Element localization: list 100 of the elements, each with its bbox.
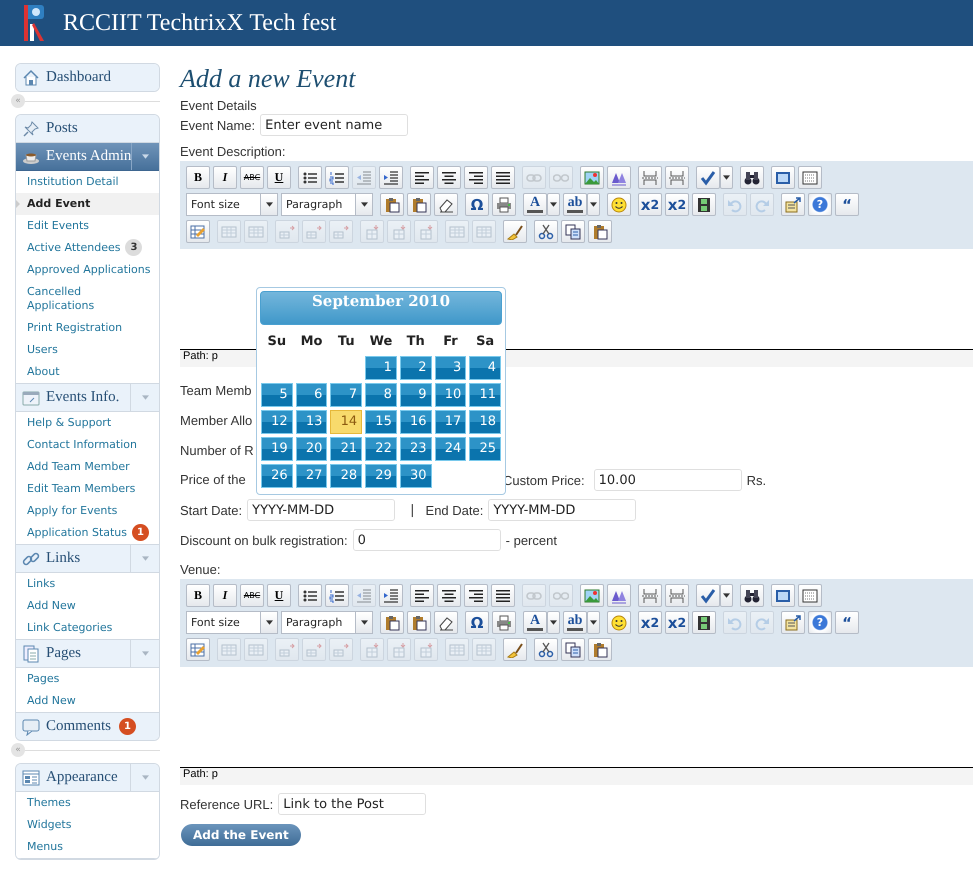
text-field[interactable]: 0 — [352, 529, 501, 551]
toolbar-button[interactable]: ? — [808, 193, 832, 216]
toolbar-button[interactable] — [588, 220, 612, 243]
menu-item[interactable]: Add New — [16, 690, 152, 712]
toolbar-button[interactable]: ABC — [240, 584, 264, 607]
toolbar-button[interactable] — [638, 166, 662, 189]
toolbar-button[interactable] — [740, 166, 764, 189]
toolbar-button[interactable]: “ — [835, 611, 859, 634]
dropdown[interactable]: Font size — [186, 193, 278, 216]
menu-item[interactable]: Help & Support — [16, 412, 152, 434]
toolbar-button[interactable] — [464, 584, 488, 607]
day-cell[interactable]: 12 — [261, 410, 293, 434]
toolbar-button[interactable] — [696, 584, 720, 607]
toolbar-button[interactable] — [665, 166, 689, 189]
dropdown-arrow-button[interactable] — [587, 611, 600, 634]
toolbar-button[interactable]: ? — [808, 611, 832, 634]
day-cell[interactable]: 1 — [365, 356, 397, 380]
toolbar-button[interactable] — [325, 584, 349, 607]
menu-item[interactable]: Themes — [16, 792, 152, 814]
toolbar-button[interactable] — [798, 166, 822, 189]
menu-header[interactable]: Events Admin — [16, 143, 159, 171]
toolbar-button[interactable] — [638, 584, 662, 607]
day-cell[interactable]: 27 — [296, 464, 328, 488]
toolbar-button[interactable] — [437, 584, 461, 607]
toolbar-button[interactable] — [771, 166, 795, 189]
toolbar-button[interactable] — [561, 220, 585, 243]
menu-item[interactable]: Contact Information — [16, 434, 152, 456]
toolbar-button[interactable] — [492, 193, 516, 216]
day-cell[interactable]: 17 — [434, 410, 466, 434]
menu-header[interactable]: Comments 1 — [16, 713, 159, 740]
day-cell[interactable]: 16 — [400, 410, 432, 434]
toolbar-button[interactable] — [692, 611, 716, 634]
toolbar-button[interactable] — [561, 638, 585, 661]
toolbar-button[interactable] — [696, 166, 720, 189]
toolbar-button[interactable] — [464, 166, 488, 189]
menu-header[interactable]: Appearance — [16, 764, 159, 792]
toolbar-button[interactable] — [410, 166, 434, 189]
toolbar-button[interactable] — [325, 166, 349, 189]
toolbar-button[interactable]: A — [523, 611, 547, 634]
day-cell[interactable]: 21 — [330, 437, 362, 461]
dropdown-arrow-button[interactable] — [547, 193, 560, 216]
toolbar-button[interactable]: U — [267, 584, 291, 607]
dropdown-arrow-button[interactable] — [720, 584, 733, 607]
day-cell[interactable]: 2 — [400, 356, 432, 380]
day-cell[interactable]: 6 — [296, 383, 328, 407]
toolbar-button[interactable] — [781, 193, 805, 216]
toolbar-button[interactable] — [380, 611, 404, 634]
day-cell[interactable]: 24 — [434, 437, 466, 461]
toolbar-button[interactable] — [380, 193, 404, 216]
menu-item[interactable]: Apply for Events — [16, 500, 152, 522]
day-cell[interactable]: 3 — [434, 356, 466, 380]
menu-header[interactable]: Pages — [16, 640, 159, 668]
day-cell[interactable]: 10 — [434, 383, 466, 407]
toolbar-button[interactable] — [607, 611, 631, 634]
toolbar-button[interactable] — [534, 638, 558, 661]
day-cell[interactable]: 13 — [296, 410, 328, 434]
menu-header[interactable]: Events Info. — [16, 384, 159, 412]
toolbar-button[interactable] — [740, 584, 764, 607]
day-cell[interactable]: 30 — [400, 464, 432, 488]
menu-item[interactable]: Print Registration — [16, 317, 152, 339]
day-cell[interactable]: 28 — [330, 464, 362, 488]
toolbar-button[interactable] — [781, 611, 805, 634]
toolbar-button[interactable] — [491, 166, 515, 189]
toolbar-button[interactable]: “ — [835, 193, 859, 216]
menu-item[interactable]: Add New — [16, 595, 152, 617]
menu-header[interactable]: Links — [16, 545, 159, 573]
menu-item[interactable]: Application Status 1 — [16, 522, 159, 544]
menu-item[interactable]: Approved Applications — [16, 259, 152, 281]
text-field[interactable]: Link to the Post — [278, 793, 426, 815]
dropdown-arrow-button[interactable] — [720, 166, 733, 189]
day-cell[interactable]: 9 — [400, 383, 432, 407]
toolbar-button[interactable] — [491, 584, 515, 607]
toolbar-button[interactable] — [437, 166, 461, 189]
toolbar-button[interactable] — [503, 638, 527, 661]
day-cell[interactable]: 7 — [330, 383, 362, 407]
toolbar-button[interactable] — [407, 611, 431, 634]
toolbar-button[interactable] — [407, 193, 431, 216]
menu-item[interactable]: Institution Detail — [16, 171, 152, 193]
toolbar-button[interactable]: A — [523, 193, 547, 216]
toolbar-button[interactable] — [434, 611, 458, 634]
toolbar-button[interactable] — [534, 220, 558, 243]
toolbar-button[interactable]: I — [213, 584, 237, 607]
toolbar-button[interactable] — [798, 584, 822, 607]
day-cell[interactable]: 5 — [261, 383, 293, 407]
day-cell[interactable]: 8 — [365, 383, 397, 407]
toolbar-button[interactable] — [434, 193, 458, 216]
text-field[interactable]: 10.00 — [594, 469, 742, 491]
toolbar-button[interactable]: Ω — [465, 611, 489, 634]
menu-item[interactable]: Users — [16, 339, 152, 361]
day-cell[interactable]: 14 — [330, 410, 362, 434]
toolbar-button[interactable] — [771, 584, 795, 607]
submit-button[interactable]: Add the Event — [181, 824, 301, 846]
menu-item[interactable]: Add Event — [16, 193, 159, 215]
day-cell[interactable]: 26 — [261, 464, 293, 488]
toolbar-button[interactable]: U — [267, 166, 291, 189]
menu-item[interactable]: Pages — [16, 668, 152, 690]
menu-item[interactable]: Link Categories — [16, 617, 152, 639]
menu-item[interactable]: Active Attendees 3 — [16, 237, 159, 259]
text-field[interactable]: YYYY-MM-DD — [488, 499, 636, 521]
menu-item[interactable]: Cancelled Applications — [16, 281, 152, 317]
